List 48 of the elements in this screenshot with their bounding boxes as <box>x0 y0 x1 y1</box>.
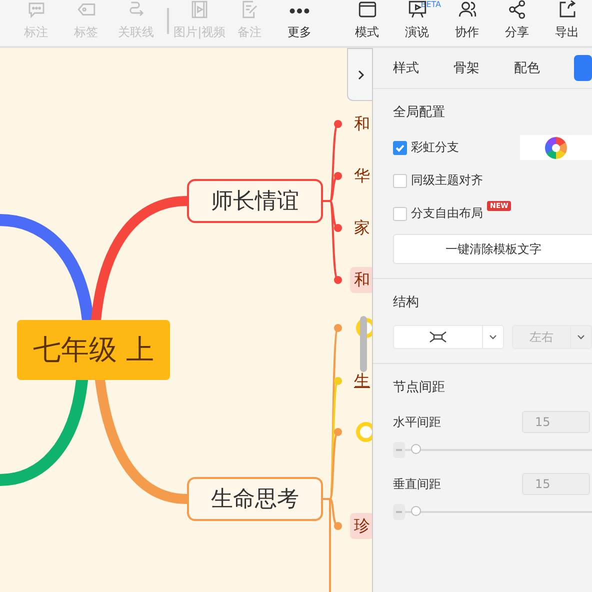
minus-icon <box>396 511 402 513</box>
clear-template-button[interactable]: 一键清除模板文字 <box>393 234 592 264</box>
caret-icon <box>577 334 585 340</box>
caret-icon <box>489 334 497 340</box>
toolbar-icon <box>356 0 378 20</box>
topic-node[interactable]: 生命思考 <box>187 477 323 521</box>
leaf-topic[interactable]: 华 <box>350 163 372 189</box>
decrease-button[interactable] <box>393 442 405 458</box>
tab[interactable]: 配色 <box>514 59 574 77</box>
leaf-topic[interactable]: 珍 <box>350 513 372 539</box>
toolbar-button[interactable]: 协作 <box>442 0 492 46</box>
decrease-button[interactable] <box>393 504 405 520</box>
option-label: 同级主题对齐 <box>411 172 483 189</box>
spacing-label: 水平间距 <box>393 414 441 430</box>
leaf-topic[interactable]: 和 <box>350 111 372 137</box>
slider-thumb[interactable] <box>410 506 421 516</box>
collapse-button[interactable] <box>347 48 372 101</box>
toolbar-button[interactable]: 模式 <box>342 0 392 46</box>
leaf-topic[interactable]: 生 <box>350 368 372 394</box>
toolbar-icon <box>506 0 528 20</box>
section-heading: 节点间距 <box>393 379 446 396</box>
topic-node[interactable]: 师长情谊 <box>187 179 323 223</box>
scrollbar[interactable] <box>360 316 367 372</box>
color-wheel-icon <box>545 136 567 158</box>
toolbar-button[interactable]: 导出 <box>542 0 592 46</box>
section-heading: 全局配置 <box>393 104 446 121</box>
checkbox[interactable] <box>393 140 407 154</box>
checkbox[interactable] <box>393 174 407 188</box>
spacing-label: 垂直间距 <box>393 476 441 492</box>
color-scheme-button[interactable] <box>520 135 592 160</box>
tab[interactable]: 骨架 <box>453 59 514 77</box>
leaf-topic[interactable]: 和 <box>350 267 372 293</box>
toolbar-button[interactable]: 更多 <box>274 0 325 46</box>
structure-icon <box>429 331 447 343</box>
root-topic[interactable]: 七年级 上 <box>17 320 170 380</box>
tab[interactable]: 样式 <box>393 59 454 77</box>
option-label: 分支自由布局 <box>411 205 483 222</box>
option-label: 彩虹分支 <box>411 139 459 156</box>
section-heading: 结构 <box>393 294 420 311</box>
tab[interactable] <box>574 55 592 81</box>
toolbar-button[interactable]: 分享 <box>492 0 542 46</box>
toolbar-icon <box>289 8 310 14</box>
leaf-topic[interactable]: 家 <box>350 215 372 241</box>
slider-thumb[interactable] <box>410 444 421 454</box>
checkbox[interactable] <box>393 206 407 220</box>
chevron-icon <box>356 68 366 80</box>
minus-icon <box>396 449 402 451</box>
structure-select[interactable] <box>393 325 504 349</box>
